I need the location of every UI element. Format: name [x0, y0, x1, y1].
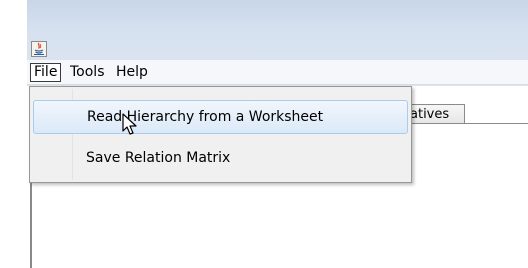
tab-strip-border	[403, 123, 528, 124]
menu-item-read-hierarchy[interactable]: Read Hierarchy from a Worksheet	[33, 100, 408, 134]
menu-bar: File Tools Help	[27, 60, 528, 85]
file-menu-dropdown: Read Hierarchy from a Worksheet Save Rel…	[29, 86, 412, 183]
java-icon[interactable]	[31, 41, 47, 57]
menu-tools[interactable]: Tools	[67, 63, 108, 82]
menu-item-save-relation-matrix[interactable]: Save Relation Matrix	[33, 142, 408, 176]
arrow-cursor-icon	[122, 113, 138, 137]
application-window: File Tools Help atives Read Hierarchy fr…	[27, 0, 528, 268]
title-bar[interactable]	[27, 0, 528, 60]
menu-file[interactable]: File	[30, 63, 62, 82]
tab-alternatives[interactable]: atives	[403, 104, 465, 124]
menu-help[interactable]: Help	[113, 63, 151, 82]
